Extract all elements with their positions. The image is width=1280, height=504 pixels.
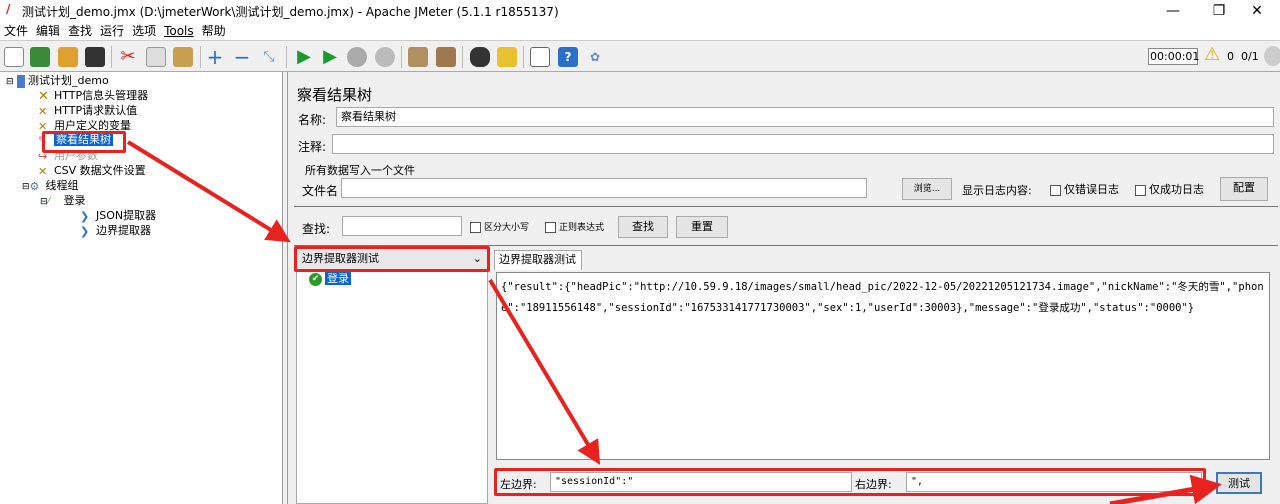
- arrow: [126, 140, 291, 243]
- annotation-arrows: [126, 140, 1222, 504]
- arrow: [1109, 474, 1222, 504]
- arrow: [488, 278, 601, 465]
